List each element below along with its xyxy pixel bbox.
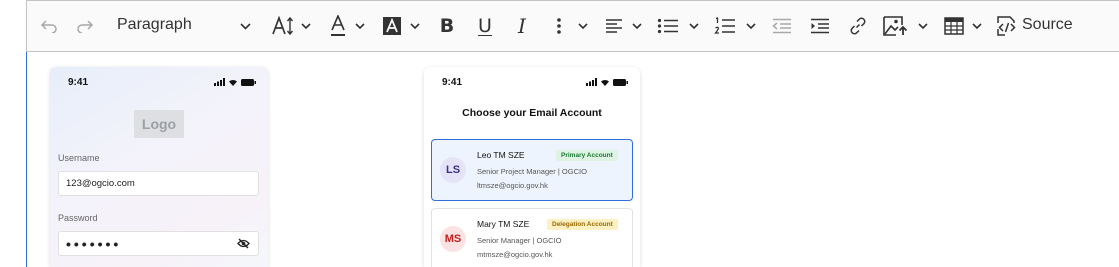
status-bar: 9:41 xyxy=(50,77,268,89)
table-icon xyxy=(944,17,964,35)
status-icons xyxy=(586,78,628,86)
link-button[interactable] xyxy=(847,0,869,52)
chevron-down-icon xyxy=(240,22,251,30)
username-label: Username xyxy=(58,153,100,163)
status-icons xyxy=(214,78,256,86)
bold-button[interactable]: B xyxy=(437,0,457,52)
font-background-color-icon xyxy=(383,17,401,35)
account-card-primary[interactable]: LS Leo TM SZE Primary Account Senior Pro… xyxy=(431,139,633,201)
chevron-down-icon xyxy=(972,22,982,29)
password-field[interactable]: ••••••• xyxy=(58,231,259,256)
align-left-icon xyxy=(606,19,622,33)
insert-image-button[interactable] xyxy=(883,0,909,52)
avatar: LS xyxy=(440,157,466,183)
paragraph-dropdown-label[interactable]: Paragraph xyxy=(117,16,192,34)
underline-button[interactable]: U xyxy=(475,0,495,52)
insert-table-dropdown-arrow[interactable] xyxy=(972,0,982,52)
status-time: 9:41 xyxy=(68,77,89,88)
indent-button[interactable] xyxy=(809,0,831,52)
chevron-down-icon xyxy=(632,22,642,29)
font-background-dropdown-arrow[interactable] xyxy=(410,0,420,52)
avatar: MS xyxy=(440,226,466,252)
chevron-down-icon xyxy=(746,22,756,29)
primary-account-badge: Primary Account xyxy=(556,150,618,161)
chevron-down-icon xyxy=(689,22,699,29)
chevron-down-icon xyxy=(410,22,420,29)
chevron-down-icon xyxy=(301,22,311,29)
account-role: Senior Manager | OGCIO xyxy=(477,236,562,245)
outdent-icon xyxy=(772,18,791,34)
account-email: ltmsze@ogcio.gov.hk xyxy=(477,181,548,190)
image-upload-icon xyxy=(883,16,908,36)
more-formatting-button[interactable] xyxy=(553,0,565,52)
insert-image-dropdown-arrow[interactable] xyxy=(918,0,928,52)
numbered-list-button[interactable] xyxy=(713,0,737,52)
choose-account-screen-mockup: 9:41 Choose your Email Account LS Leo TM… xyxy=(424,67,640,267)
wifi-icon xyxy=(601,79,609,86)
redo-icon xyxy=(77,20,94,33)
outdent-button[interactable] xyxy=(771,0,793,52)
undo-button[interactable] xyxy=(38,0,60,52)
login-screen-mockup: 9:41 Logo Username 123@ogcio.com Passwor… xyxy=(50,67,268,267)
battery-icon xyxy=(613,78,628,86)
password-value: ••••••• xyxy=(66,235,122,252)
redo-button[interactable] xyxy=(74,0,96,52)
alignment-dropdown-arrow[interactable] xyxy=(632,0,642,52)
account-name: Mary TM SZE xyxy=(477,219,530,229)
alignment-button[interactable] xyxy=(604,0,624,52)
font-size-dropdown-arrow[interactable] xyxy=(301,0,311,52)
italic-button[interactable]: I xyxy=(512,0,532,52)
username-field[interactable]: 123@ogcio.com xyxy=(58,171,259,196)
font-size-icon xyxy=(272,16,294,36)
status-time: 9:41 xyxy=(442,77,463,88)
delegation-account-badge: Delegation Account xyxy=(547,219,618,230)
status-bar: 9:41 xyxy=(424,77,640,89)
password-label: Password xyxy=(58,213,98,223)
bulleted-list-icon xyxy=(657,18,678,34)
source-code-icon xyxy=(997,16,1016,36)
chevron-down-icon xyxy=(918,22,928,29)
battery-icon xyxy=(241,78,256,86)
chevron-down-icon xyxy=(355,22,365,29)
wifi-icon xyxy=(229,79,237,86)
app-logo: Logo xyxy=(134,110,184,138)
account-email: mtmsze@ogcio.gov.hk xyxy=(477,250,553,259)
font-color-dropdown-arrow[interactable] xyxy=(355,0,365,52)
source-button-label[interactable]: Source xyxy=(1022,16,1073,34)
link-icon xyxy=(850,17,866,35)
choose-account-title: Choose your Email Account xyxy=(462,107,602,119)
source-button[interactable] xyxy=(996,0,1020,52)
numbered-list-icon xyxy=(714,17,735,34)
undo-icon xyxy=(40,20,57,33)
account-role: Senior Project Manager | OGCIO xyxy=(477,167,587,176)
more-vertical-icon xyxy=(557,18,561,34)
bulleted-list-button[interactable] xyxy=(656,0,680,52)
hide-password-icon[interactable] xyxy=(237,238,250,249)
indent-icon xyxy=(811,18,829,34)
account-card-delegation[interactable]: MS Mary TM SZE Delegation Account Senior… xyxy=(431,208,633,267)
more-formatting-dropdown-arrow[interactable] xyxy=(578,0,588,52)
font-background-color-button[interactable] xyxy=(381,0,403,52)
signal-icon xyxy=(586,78,597,86)
font-color-icon xyxy=(331,15,345,36)
insert-table-button[interactable] xyxy=(943,0,965,52)
bulleted-list-dropdown-arrow[interactable] xyxy=(689,0,699,52)
account-name: Leo TM SZE xyxy=(477,150,525,160)
chevron-down-icon xyxy=(578,22,588,29)
paragraph-dropdown-arrow[interactable] xyxy=(240,0,251,52)
numbered-list-dropdown-arrow[interactable] xyxy=(746,0,756,52)
font-size-button[interactable] xyxy=(272,0,296,52)
font-color-button[interactable] xyxy=(329,0,347,52)
signal-icon xyxy=(214,78,225,86)
